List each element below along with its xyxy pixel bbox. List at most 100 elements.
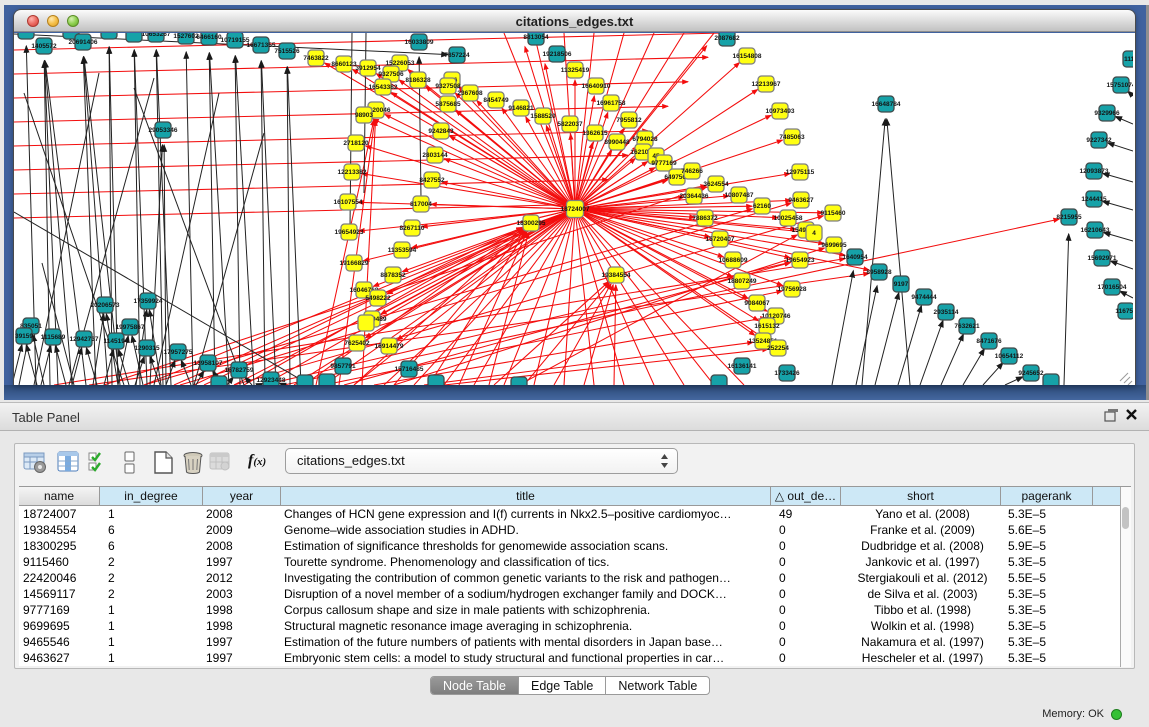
svg-text:10973493: 10973493 <box>766 108 795 115</box>
svg-text:1588520: 1588520 <box>530 113 556 120</box>
svg-text:8454749: 8454749 <box>483 97 509 104</box>
svg-text:16640910: 16640910 <box>582 83 611 90</box>
svg-text:9777169: 9777169 <box>651 160 677 167</box>
svg-text:7955812: 7955812 <box>616 117 642 124</box>
svg-text:9857791: 9857791 <box>330 363 356 370</box>
svg-text:1527602: 1527602 <box>173 33 199 40</box>
svg-text:16782759: 16782759 <box>225 367 254 374</box>
svg-text:29053346: 29053346 <box>149 127 178 134</box>
svg-text:11325419: 11325419 <box>561 67 590 74</box>
svg-text:5822037: 5822037 <box>557 121 583 128</box>
svg-text:2803144: 2803144 <box>422 152 448 159</box>
svg-text:2718120: 2718120 <box>343 140 369 147</box>
svg-text:10719155: 10719155 <box>221 37 250 44</box>
svg-text:8958928: 8958928 <box>866 269 892 276</box>
svg-text:20206573: 20206573 <box>91 302 120 309</box>
svg-text:116753: 116753 <box>1115 308 1133 315</box>
svg-text:8427552: 8427552 <box>419 177 445 184</box>
svg-text:19975867: 19975867 <box>116 324 145 331</box>
svg-text:62160: 62160 <box>753 203 771 210</box>
svg-text:2367608: 2367608 <box>457 90 483 97</box>
svg-text:20364436: 20364436 <box>680 193 709 200</box>
svg-text:16671355: 16671355 <box>247 42 276 49</box>
svg-text:15751074: 15751074 <box>1107 82 1133 89</box>
svg-text:7463822: 7463822 <box>303 55 329 62</box>
svg-text:6466160: 6466160 <box>196 34 222 41</box>
svg-text:1733426: 1733426 <box>774 370 800 377</box>
svg-text:1244415: 1244415 <box>1081 196 1107 203</box>
svg-text:17016504: 17016504 <box>1098 284 1127 291</box>
svg-text:16136141: 16136141 <box>728 363 757 370</box>
svg-text:20691406: 20691406 <box>69 39 98 46</box>
svg-text:9329966: 9329966 <box>1094 110 1120 117</box>
svg-text:9699695: 9699695 <box>821 242 847 249</box>
svg-text:1615132: 1615132 <box>754 323 780 330</box>
svg-text:7515526: 7515526 <box>274 48 300 55</box>
svg-text:18724007: 18724007 <box>561 206 590 213</box>
svg-text:39159: 39159 <box>15 333 33 340</box>
svg-text:19756928: 19756928 <box>778 286 807 293</box>
svg-text:7485063: 7485063 <box>779 134 805 141</box>
svg-text:9245652: 9245652 <box>1018 370 1044 377</box>
svg-text:8471676: 8471676 <box>976 338 1002 345</box>
svg-text:15720407: 15720407 <box>706 236 735 243</box>
svg-text:10653267: 10653267 <box>142 33 171 38</box>
svg-text:8215955: 8215955 <box>1056 214 1082 221</box>
svg-text:8813054: 8813054 <box>523 34 549 41</box>
svg-text:7886372: 7886372 <box>692 215 718 222</box>
svg-text:17359924: 17359924 <box>134 298 163 305</box>
svg-text:2087682: 2087682 <box>714 35 740 42</box>
svg-text:19654923: 19654923 <box>335 229 364 236</box>
svg-text:7857224: 7857224 <box>444 52 470 59</box>
svg-text:746266: 746266 <box>681 168 703 175</box>
svg-text:2935114: 2935114 <box>934 309 959 316</box>
svg-text:8878352: 8878352 <box>380 272 406 279</box>
svg-text:12923448: 12923448 <box>257 377 286 384</box>
svg-text:6794028: 6794028 <box>632 136 658 143</box>
svg-text:15692971: 15692971 <box>1088 255 1117 262</box>
svg-text:10807487: 10807487 <box>725 192 754 199</box>
svg-text:12975115: 12975115 <box>786 169 815 176</box>
svg-text:1362615: 1362615 <box>582 130 608 137</box>
svg-text:252254: 252254 <box>767 345 789 352</box>
svg-text:16210643: 16210643 <box>1081 227 1110 234</box>
svg-text:18300295: 18300295 <box>517 220 546 227</box>
svg-text:4: 4 <box>812 230 816 237</box>
svg-text:98903: 98903 <box>355 112 373 119</box>
svg-text:17957275: 17957275 <box>164 349 193 356</box>
svg-text:16961758: 16961758 <box>597 100 626 107</box>
svg-text:9115460: 9115460 <box>821 210 846 217</box>
svg-text:1115689: 1115689 <box>41 334 66 341</box>
svg-text:5498222: 5498222 <box>365 295 391 302</box>
svg-text:9227342: 9227342 <box>1086 137 1112 144</box>
svg-text:1405572: 1405572 <box>31 43 57 50</box>
svg-text:12213382: 12213382 <box>338 169 367 176</box>
svg-text:9146821: 9146821 <box>508 105 534 112</box>
svg-text:15716485: 15716485 <box>395 366 424 373</box>
svg-text:12942737: 12942737 <box>70 336 99 343</box>
svg-text:16914479: 16914479 <box>375 343 404 350</box>
svg-text:16154808: 16154808 <box>733 53 762 60</box>
svg-text:10654112: 10654112 <box>995 353 1024 360</box>
svg-text:12093873: 12093873 <box>1080 168 1109 175</box>
svg-text:7632621: 7632621 <box>954 323 980 330</box>
svg-text:10025458: 10025458 <box>774 215 803 222</box>
svg-text:16543382: 16543382 <box>369 84 398 91</box>
svg-text:9327508: 9327508 <box>435 83 461 90</box>
svg-text:16107554: 16107554 <box>334 199 363 206</box>
svg-text:8660123: 8660123 <box>331 61 357 68</box>
svg-text:9197: 9197 <box>894 281 909 288</box>
svg-text:10688609: 10688609 <box>719 257 748 264</box>
svg-text:3624554: 3624554 <box>703 181 729 188</box>
svg-text:8267110: 8267110 <box>400 225 425 232</box>
svg-text:9463627: 9463627 <box>788 197 814 204</box>
svg-text:5875685: 5875685 <box>435 101 461 108</box>
svg-text:16033809: 16033809 <box>405 39 434 46</box>
svg-text:9084067: 9084067 <box>744 300 770 307</box>
svg-text:11353594: 11353594 <box>388 247 417 254</box>
svg-text:1145194: 1145194 <box>104 338 129 345</box>
svg-text:19654923: 19654923 <box>786 257 815 264</box>
svg-text:16648784: 16648784 <box>872 101 901 108</box>
svg-text:9474444: 9474444 <box>911 294 937 301</box>
svg-text:9327506: 9327506 <box>378 71 404 78</box>
